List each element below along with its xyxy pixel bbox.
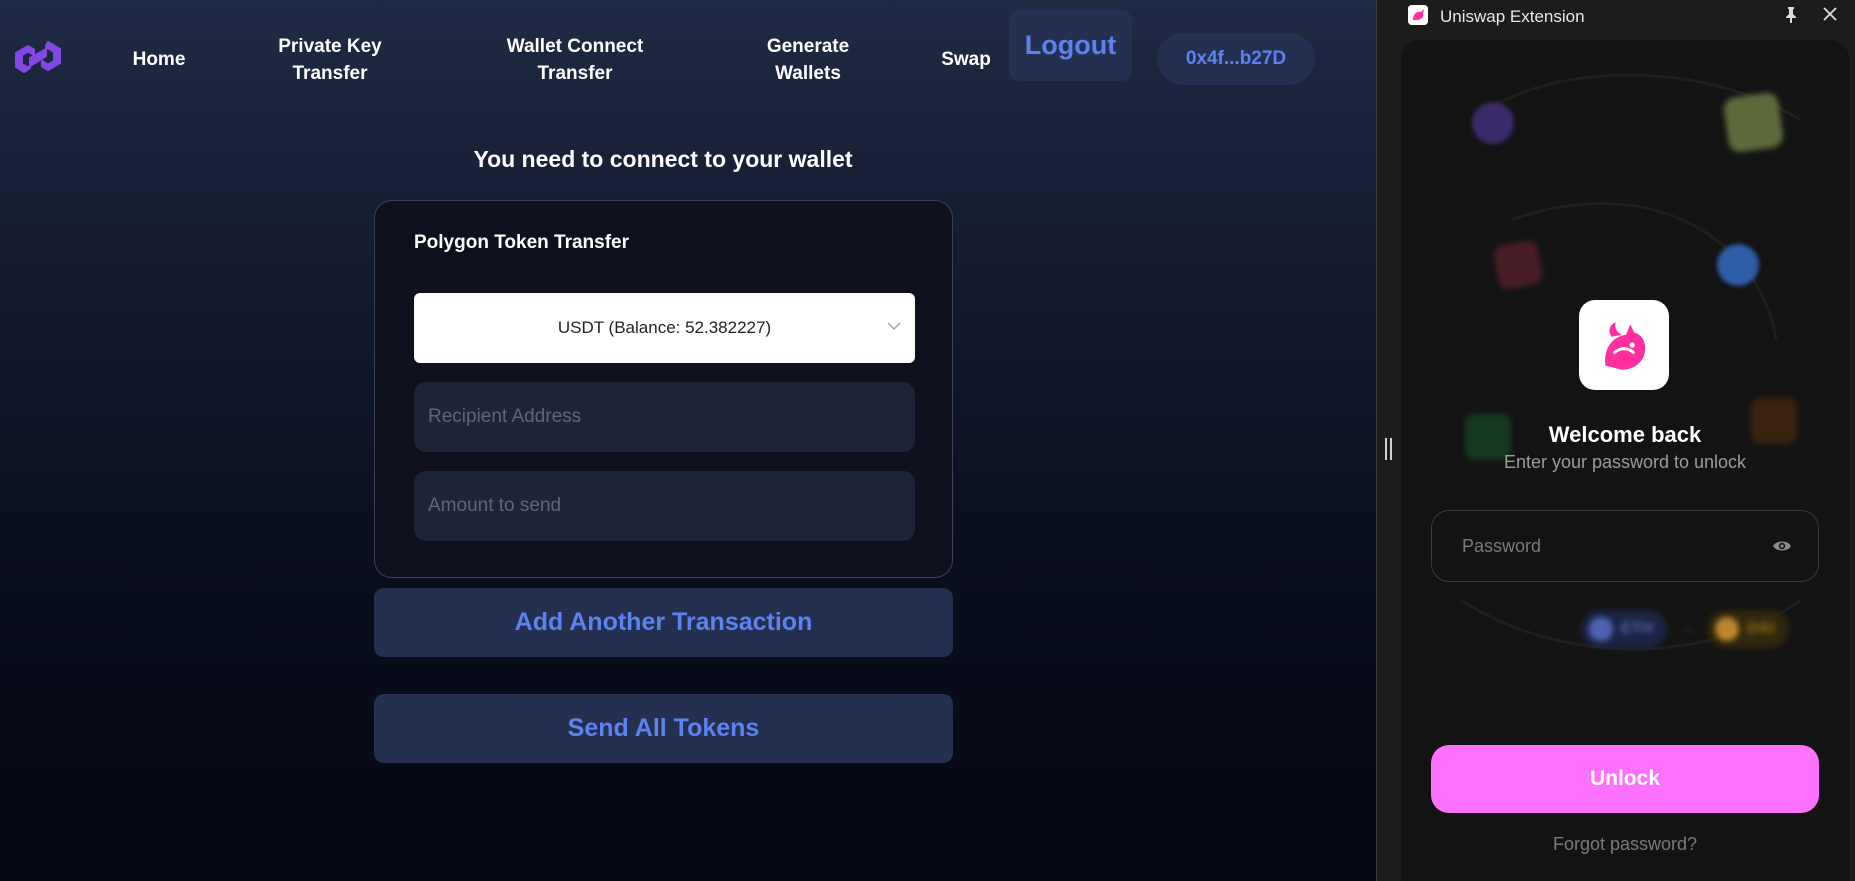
blurred-pepe-icon (1722, 91, 1785, 154)
blurred-token-purple-icon (1472, 102, 1514, 144)
nav-private-key-transfer-label: Private Key Transfer (278, 36, 382, 84)
extension-title: Uniswap Extension (1440, 7, 1585, 26)
blurred-token-blue-icon (1717, 244, 1759, 286)
polygon-logo-icon[interactable] (12, 34, 64, 82)
unlock-button[interactable]: Unlock (1431, 745, 1819, 813)
nav-swap[interactable]: Swap (936, 46, 996, 73)
uniswap-unicorn-icon (1579, 300, 1669, 390)
token-select-value: USDT (Balance: 52.382227) (557, 318, 772, 337)
recipient-address-placeholder: Recipient Address (428, 406, 582, 427)
welcome-subtitle: Enter your password to unlock (1503, 452, 1747, 472)
blurred-dai-chip: DAI (1707, 610, 1789, 648)
chevron-down-icon (887, 322, 901, 330)
eye-icon[interactable] (1772, 538, 1792, 554)
logout-button[interactable]: Logout (1009, 10, 1132, 81)
nav-home[interactable]: Home (128, 46, 190, 73)
password-placeholder: Password (1462, 535, 1542, 556)
panel-resize-handle[interactable] (1385, 438, 1393, 460)
recipient-address-input[interactable]: Recipient Address (414, 382, 915, 452)
blurred-eth-label: ETH (1621, 620, 1653, 637)
add-transaction-button[interactable]: Add Another Transaction (374, 588, 953, 657)
connect-wallet-message: You need to connect to your wallet (473, 146, 853, 172)
forgot-password-link[interactable]: Forgot password? (1401, 834, 1849, 855)
uniswap-favicon-icon (1408, 5, 1428, 25)
blurred-heart-icon (1492, 239, 1544, 291)
nav-generate-wallets[interactable]: Generate Wallets (758, 33, 858, 87)
pin-icon[interactable] (1783, 6, 1799, 24)
dapp-main: Home Private Key Transfer Wallet Connect… (0, 0, 1376, 881)
welcome-heading: Welcome back (1548, 422, 1702, 447)
amount-input[interactable]: Amount to send (414, 471, 915, 541)
blurred-eth-chip: ETH (1581, 610, 1667, 648)
close-icon[interactable] (1821, 5, 1839, 23)
card-title: Polygon Token Transfer (414, 232, 630, 253)
blurred-swap-illustration: ETH → DAI (1581, 610, 1789, 648)
nav-private-key-transfer[interactable]: Private Key Transfer (265, 33, 395, 87)
blurred-dai-label: DAI (1747, 620, 1775, 637)
extension-side-panel: Uniswap Extension Welcome back Enter you… (1376, 0, 1855, 881)
wallet-address-button[interactable]: 0x4f...b27D (1157, 33, 1315, 85)
password-input[interactable]: Password (1431, 510, 1819, 582)
nav-wallet-connect-transfer[interactable]: Wallet Connect Transfer (495, 33, 655, 87)
token-transfer-card: Polygon Token Transfer USDT (Balance: 52… (374, 200, 953, 578)
token-select[interactable]: USDT (Balance: 52.382227) (414, 293, 915, 363)
amount-placeholder: Amount to send (428, 495, 562, 516)
swap-arrow-icon: → (1679, 620, 1695, 637)
nav-wallet-connect-transfer-label: Wallet Connect Transfer (506, 36, 644, 84)
nav-generate-wallets-label: Generate Wallets (766, 36, 850, 84)
extension-titlebar: Uniswap Extension (1377, 0, 1855, 34)
send-all-tokens-button[interactable]: Send All Tokens (374, 694, 953, 763)
uniswap-unlock-screen: Welcome back Enter your password to unlo… (1401, 40, 1849, 881)
